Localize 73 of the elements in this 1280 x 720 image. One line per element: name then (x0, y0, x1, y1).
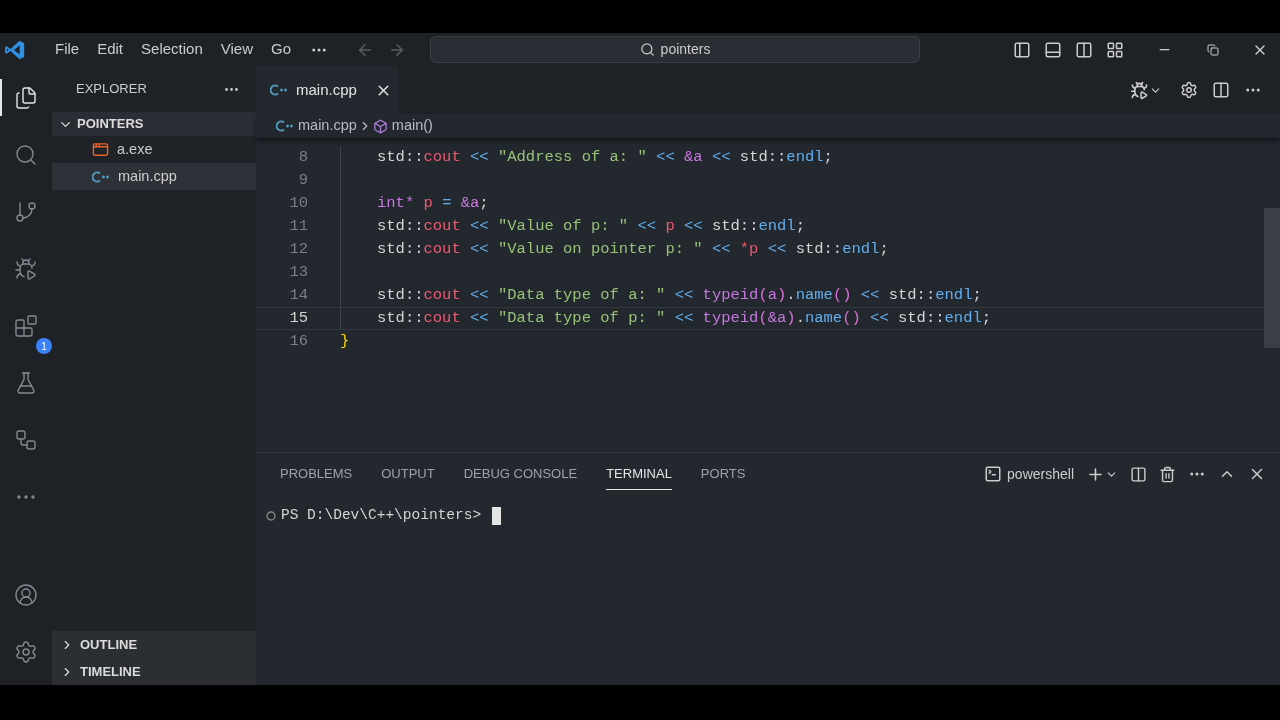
customize-layout-icon[interactable] (1106, 40, 1124, 59)
code-line: std::cout << "Address of a: " << &a << std::endl; (377, 146, 833, 168)
line-number: 11 (288, 215, 308, 237)
trash-icon[interactable] (1159, 465, 1176, 483)
line-number: 15 (288, 307, 308, 329)
toggle-panel-icon[interactable] (1044, 40, 1062, 59)
search-icon (639, 42, 655, 57)
code-line: std::cout << "Value of p: " << p << std::endl; (377, 215, 805, 237)
run-debug-icon (1130, 80, 1149, 100)
settings-icon[interactable] (14, 639, 38, 664)
menu-item[interactable]: Go (262, 38, 300, 61)
notification-badge: 1 (36, 338, 52, 354)
status-circle-icon (266, 510, 276, 521)
line-number: 13 (288, 261, 308, 283)
search-value: pointers (660, 40, 711, 59)
code-line: } (340, 330, 350, 352)
menu-item[interactable]: Edit (88, 38, 133, 61)
code-line: std::cout << "Data type of p: " << typeid(&a).name() << std::endl; (377, 307, 992, 329)
panel-tab[interactable]: OUTPUT (381, 457, 435, 491)
remote-explorer-icon[interactable] (14, 427, 38, 452)
code-line: std::cout << "Data type of a: " << typeid(a).name() << std::endl; (377, 284, 982, 306)
file-name: main.cpp (118, 166, 177, 186)
line-number: 12 (288, 238, 308, 260)
flask-icon[interactable] (14, 370, 38, 395)
active-indicator (0, 79, 2, 116)
editor-tab[interactable]: main.cpp (256, 66, 398, 114)
line-number: 14 (288, 284, 308, 306)
section-header[interactable]: TIMELINE (52, 658, 256, 685)
section-header[interactable]: OUTLINE (52, 631, 256, 658)
tree-row[interactable]: main.cpp (52, 163, 256, 190)
run-debug-button[interactable] (1130, 80, 1162, 100)
tree-row[interactable]: a.exe (52, 136, 256, 163)
terminal-cursor (492, 506, 502, 525)
search-field[interactable]: pointers (430, 36, 920, 63)
extensions-icon[interactable] (14, 313, 38, 338)
toggle-secondary-sidebar-icon[interactable] (1075, 40, 1093, 59)
account-icon[interactable] (14, 582, 38, 607)
panel-tab[interactable]: PORTS (700, 457, 746, 491)
cpp-file-icon (92, 170, 110, 183)
files-icon[interactable] (14, 85, 38, 110)
folder-header[interactable]: POINTERS (52, 112, 256, 136)
terminal-shell-button[interactable]: powershell (984, 463, 1074, 485)
panel-tab[interactable]: TERMINAL (606, 457, 672, 491)
line-number: 16 (288, 330, 308, 352)
cpp-file-icon (270, 84, 288, 96)
window-file-icon (92, 141, 109, 158)
breadcrumb-item[interactable]: main() (372, 115, 433, 137)
file-name: a.exe (117, 139, 153, 159)
toggle-sidebar-icon[interactable] (1013, 40, 1031, 59)
source-control-icon[interactable] (14, 199, 38, 224)
menu-item[interactable]: Selection (132, 38, 212, 61)
menu-item[interactable]: File (46, 38, 89, 61)
search-icon[interactable] (14, 142, 38, 167)
split-editor-icon[interactable] (1212, 81, 1230, 99)
panel-tab[interactable]: PROBLEMS (280, 457, 353, 491)
menu-item[interactable]: View (211, 38, 262, 61)
restore-icon[interactable] (1207, 43, 1219, 56)
line-number: 10 (288, 192, 308, 214)
settings-icon[interactable] (1180, 81, 1198, 99)
cpp-file-icon (276, 120, 294, 132)
line-number: 9 (297, 169, 308, 191)
line-number: 8 (297, 146, 308, 168)
terminal-prompt: PS D:\Dev\C++\pointers> (281, 506, 482, 525)
logo-icon (4, 38, 26, 61)
breadcrumb-item[interactable]: main.cpp (276, 115, 357, 137)
terminal-icon (984, 465, 1003, 483)
panel-tab[interactable]: DEBUG CONSOLE (463, 457, 578, 491)
code-line: int* p = &a; (377, 192, 489, 214)
sidebar-title: EXPLORER (76, 80, 147, 99)
run-debug-icon[interactable] (14, 256, 38, 281)
code-line: std::cout << "Value on pointer p: " << *p << std::endl; (377, 238, 889, 260)
cube-icon (372, 118, 388, 134)
split-terminal-icon[interactable] (1130, 465, 1147, 483)
